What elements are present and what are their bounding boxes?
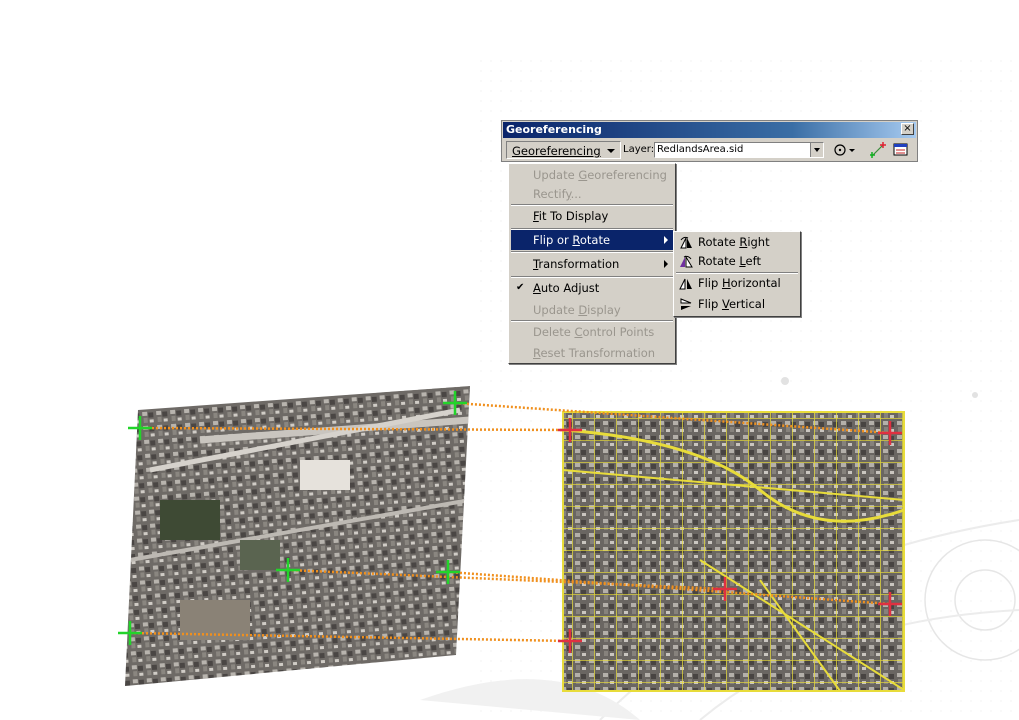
link-table-icon[interactable] bbox=[893, 142, 908, 158]
add-control-points-icon[interactable] bbox=[870, 142, 886, 158]
menu-item-fit-to-display[interactable]: Fit To Display bbox=[511, 206, 673, 226]
menu-button-label: Georeferencing bbox=[512, 144, 601, 158]
menu-item-transformation[interactable]: Transformation bbox=[511, 254, 673, 274]
menu-item-flip-or-rotate[interactable]: Flip or Rotate bbox=[511, 230, 673, 250]
rotate-tool-icon[interactable] bbox=[833, 142, 857, 158]
source-aerial-raster[interactable] bbox=[110, 380, 480, 690]
toolbar-title: Georeferencing bbox=[503, 122, 916, 138]
georeferencing-dropdown-menu: Update Georeferencing Rectify... Fit To … bbox=[508, 163, 676, 364]
checkmark-icon: ✔ bbox=[516, 282, 525, 293]
menu-item-auto-adjust[interactable]: ✔ Auto Adjust bbox=[511, 278, 673, 298]
dropdown-arrow-icon[interactable] bbox=[810, 143, 823, 157]
submenu-arrow-icon bbox=[664, 260, 668, 268]
layer-select[interactable]: RedlandsArea.sid bbox=[654, 142, 824, 158]
flip-vertical-icon bbox=[680, 298, 692, 310]
close-button[interactable]: × bbox=[901, 123, 914, 135]
layer-select-value: RedlandsArea.sid bbox=[657, 144, 744, 155]
submenu-item-flip-horizontal[interactable]: Flip Horizontal bbox=[676, 274, 798, 293]
flip-or-rotate-submenu: Rotate Right Rotate Left Flip Horizontal… bbox=[673, 231, 801, 317]
menu-item-reset-transformation[interactable]: Reset Transformation bbox=[511, 343, 673, 363]
menu-item-update-georeferencing[interactable]: Update Georeferencing bbox=[511, 165, 673, 185]
menu-separator bbox=[511, 251, 673, 253]
layer-label: Layer: bbox=[623, 144, 655, 155]
flip-horizontal-icon bbox=[679, 278, 692, 290]
submenu-item-flip-vertical[interactable]: Flip Vertical bbox=[676, 295, 798, 314]
georeferencing-menu-button[interactable]: Georeferencing bbox=[506, 141, 621, 159]
chevron-down-icon bbox=[606, 149, 615, 153]
submenu-item-rotate-left[interactable]: Rotate Left bbox=[676, 252, 798, 271]
georeferencing-toolbar: Georeferencing × Georeferencing Layer: R… bbox=[501, 120, 918, 162]
menu-item-delete-control-points[interactable]: Delete Control Points bbox=[511, 322, 673, 342]
menu-item-update-display[interactable]: Update Display bbox=[511, 300, 673, 320]
rotate-left-icon bbox=[680, 255, 693, 268]
menu-item-rectify[interactable]: Rectify... bbox=[511, 184, 673, 204]
submenu-item-rotate-right[interactable]: Rotate Right bbox=[676, 233, 798, 252]
rotate-right-icon bbox=[680, 236, 692, 249]
target-raster-with-roads[interactable] bbox=[560, 405, 910, 695]
submenu-arrow-icon bbox=[664, 236, 668, 244]
